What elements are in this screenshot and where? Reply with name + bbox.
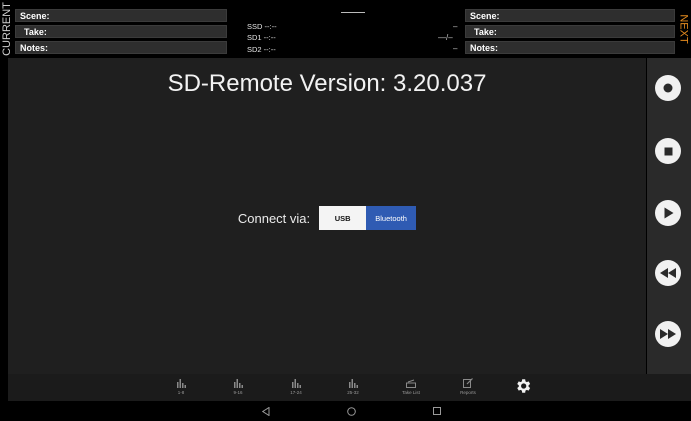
tab-reports[interactable]: Reports (453, 377, 483, 395)
system-navigation-bar (0, 401, 691, 421)
usb-option-button[interactable]: USB (319, 206, 367, 230)
status-dash-c: – (453, 44, 458, 53)
home-circle-icon (346, 406, 356, 416)
version-title: SD-Remote Version: 3.20.037 (167, 70, 487, 97)
next-take-field[interactable]: Take: (465, 25, 675, 38)
back-triangle-icon (262, 406, 270, 416)
fader-icon (348, 377, 358, 388)
current-take-field[interactable]: Take: (15, 25, 227, 38)
current-side-label: CURRENT (1, 2, 13, 56)
next-scene-field[interactable]: Scene: (465, 9, 675, 22)
tab-channels-1-8[interactable]: 1-8 (166, 377, 196, 395)
connect-label: Connect via: (237, 210, 311, 226)
sd1-timecode: SD1 --:-- (247, 33, 276, 42)
edit-icon (463, 377, 473, 388)
fader-icon (233, 377, 243, 388)
back-button[interactable] (260, 405, 272, 417)
settings-tab[interactable] (514, 377, 532, 395)
main-panel: SD-Remote Version: 3.20.037 Connect via:… (8, 58, 646, 374)
record-button[interactable] (655, 75, 681, 101)
bluetooth-option-button[interactable]: Bluetooth (366, 206, 417, 230)
recents-button[interactable] (431, 405, 443, 417)
play-button[interactable] (655, 200, 681, 226)
status-dash-a: – (453, 22, 458, 31)
fast-forward-button[interactable] (655, 321, 681, 347)
tab-take-list[interactable]: Take List (396, 377, 426, 395)
bottom-tab-bar: 1-8 9-16 17-24 25-32 Take List Reports (8, 374, 691, 401)
transport-panel (647, 58, 691, 374)
status-dash-b: —/– (438, 33, 453, 42)
status-divider (341, 12, 365, 13)
rewind-icon (660, 268, 676, 278)
recents-square-icon (433, 407, 441, 415)
current-scene-field[interactable]: Scene: (15, 9, 227, 22)
fast-forward-icon (660, 329, 676, 339)
rewind-button[interactable] (655, 260, 681, 286)
take-list-icon (406, 377, 416, 388)
sd2-timecode: SD2 --:-- (247, 45, 276, 54)
header-bar: CURRENT Scene: Take: Notes: SSD --:-- SD… (0, 0, 691, 58)
next-notes-field[interactable]: Notes: (465, 41, 675, 54)
stop-button[interactable] (655, 138, 681, 164)
tab-channels-9-16[interactable]: 9-16 (223, 377, 253, 395)
home-button[interactable] (345, 405, 357, 417)
gear-icon (517, 379, 531, 393)
next-side-label: NEXT (678, 14, 690, 44)
play-icon (664, 207, 673, 219)
tab-channels-17-24[interactable]: 17-24 (281, 377, 311, 395)
stop-icon (664, 147, 672, 155)
record-icon (663, 83, 673, 93)
ssd-timecode: SSD --:-- (247, 22, 277, 31)
fader-icon (176, 377, 186, 388)
connection-selector: USB Bluetooth (319, 206, 417, 230)
connect-row: Connect via: USB Bluetooth (8, 206, 646, 230)
recorder-status-panel: SSD --:-- SD1 --:-- SD2 --:-- – —/– – (228, 0, 464, 58)
current-notes-field[interactable]: Notes: (15, 41, 227, 54)
fader-icon (291, 377, 301, 388)
tab-channels-25-32[interactable]: 25-32 (338, 377, 368, 395)
